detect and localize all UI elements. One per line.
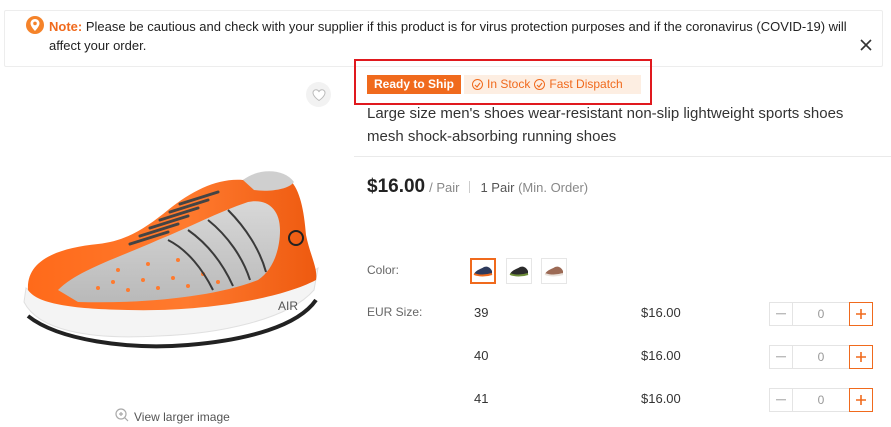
color-label: Color: [367,263,400,277]
product-title: Large size men's shoes wear-resistant no… [367,105,844,145]
size-row: 39 $16.00 [0,302,891,335]
size-row: 40 $16.00 [0,345,891,378]
quantity-input[interactable] [793,345,849,369]
stock-dispatch-badge: In Stock Fast Dispatch [464,75,641,94]
fast-dispatch-label: Fast Dispatch [549,77,623,91]
increase-quantity-button[interactable] [849,388,873,412]
min-order: 1 Pair (Min. Order) [480,180,588,195]
quantity-stepper [769,302,873,326]
color-swatch-black-green[interactable] [506,258,532,284]
size-price: $16.00 [641,348,681,363]
notice-label: Note: [49,19,83,34]
quantity-input[interactable] [793,302,849,326]
size-price: $16.00 [641,391,681,406]
divider [354,156,891,157]
quantity-stepper [769,345,873,369]
color-swatch-navy-orange[interactable] [470,258,496,284]
product-price: $16.00 [367,176,426,197]
price-row: $16.00 / Pair 1 Pair (Min. Order) [367,176,588,198]
close-icon[interactable] [856,35,876,55]
check-circle-icon [534,79,546,90]
decrease-quantity-button[interactable] [769,388,793,412]
size-row: 41 $16.00 [0,388,891,421]
quantity-input[interactable] [793,388,849,412]
decrease-quantity-button[interactable] [769,345,793,369]
size-value: 39 [474,305,489,320]
min-order-label: (Min. Order) [518,180,589,195]
location-pin-icon [26,16,44,34]
price-separator [469,181,471,193]
ready-to-ship-badge: Ready to Ship [367,75,462,94]
price-unit: / Pair [429,180,460,195]
heart-icon[interactable] [306,82,331,107]
increase-quantity-button[interactable] [849,345,873,369]
increase-quantity-button[interactable] [849,302,873,326]
check-circle-icon [472,79,483,90]
in-stock-label: In Stock [487,77,531,91]
min-order-qty: 1 Pair [480,180,515,195]
decrease-quantity-button[interactable] [769,302,793,326]
color-swatch-brown-orange[interactable] [541,258,567,284]
size-value: 41 [474,391,489,406]
notice-text: Please be cautious and check with your s… [49,19,847,53]
notice-message: Note: Please be cautious and check with … [49,17,854,55]
quantity-stepper [769,388,873,412]
size-value: 40 [474,348,489,363]
size-price: $16.00 [641,305,681,320]
